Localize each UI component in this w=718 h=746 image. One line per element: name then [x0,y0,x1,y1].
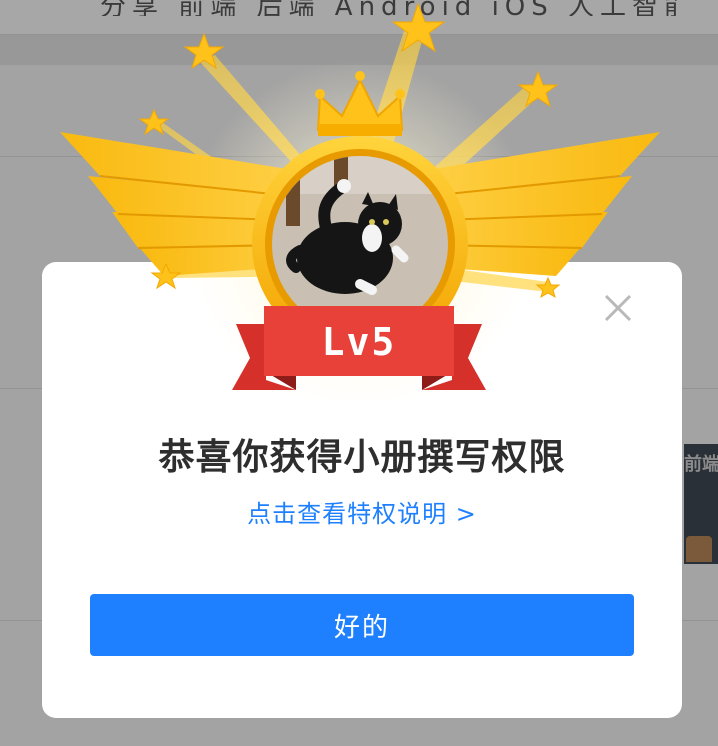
background-article-thumbnail: 前端 [684,444,718,564]
background-thumbnail-text: 前端 [684,454,718,475]
ok-button[interactable]: 好的 [90,594,634,656]
star-icon [535,276,561,299]
close-icon [604,294,632,322]
close-button[interactable] [598,290,638,330]
background-thumbnail-figure [686,536,712,562]
level-label: Lv5 [321,320,397,364]
modal-title: 恭喜你获得小册撰写权限 [158,437,566,478]
privilege-details-link[interactable]: 点击查看特权说明 > [42,494,682,529]
